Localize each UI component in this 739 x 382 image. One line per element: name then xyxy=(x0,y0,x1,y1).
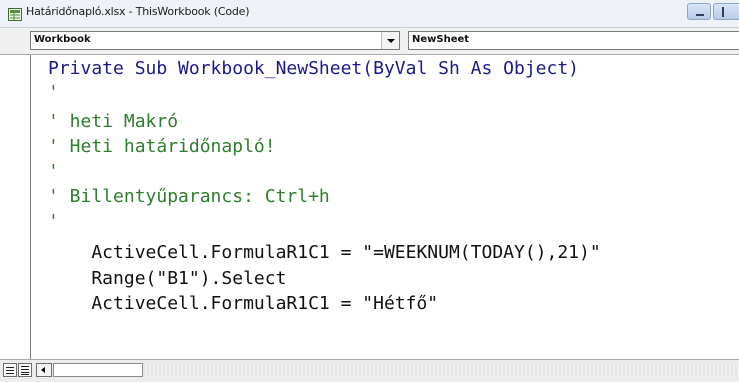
object-dropdown-value: Workbook xyxy=(34,34,91,45)
horizontal-scrollbar-thumb[interactable] xyxy=(53,363,143,377)
full-module-view-button[interactable] xyxy=(18,363,32,377)
window-title: Határidőnapló.xlsx - ThisWorkbook (Code) xyxy=(26,5,250,18)
excel-workbook-icon xyxy=(8,6,22,21)
code-editor[interactable]: Private Sub Workbook_NewSheet(ByVal Sh A… xyxy=(0,55,739,359)
full-module-view-icon xyxy=(21,366,29,367)
code-line[interactable]: Private Sub Workbook_NewSheet(ByVal Sh A… xyxy=(48,58,579,80)
procedure-dropdown[interactable]: NewSheet xyxy=(408,31,739,50)
minimize-icon xyxy=(696,14,704,16)
code-line[interactable]: ' xyxy=(48,211,59,233)
code-line[interactable]: ActiveCell.FormulaR1C1 = "Hétfő" xyxy=(48,293,438,315)
margin-indicator-bar[interactable] xyxy=(0,55,30,359)
procedure-selector-bar: Workbook NewSheet xyxy=(0,28,739,55)
chevron-down-icon[interactable] xyxy=(381,32,399,49)
maximize-icon xyxy=(722,7,724,17)
title-bar[interactable]: Határidőnapló.xlsx - ThisWorkbook (Code) xyxy=(0,0,739,28)
object-dropdown[interactable]: Workbook xyxy=(30,31,400,50)
maximize-button[interactable] xyxy=(713,3,739,20)
code-line[interactable]: ' xyxy=(48,82,59,104)
code-line[interactable]: ' heti Makró xyxy=(48,111,178,133)
horizontal-scrollbar-track[interactable] xyxy=(143,363,739,377)
scroll-left-button[interactable] xyxy=(36,363,52,377)
procedure-dropdown-value: NewSheet xyxy=(412,34,470,45)
procedure-view-icon xyxy=(6,367,14,368)
code-line[interactable]: ' xyxy=(48,161,59,183)
vba-code-window: Határidőnapló.xlsx - ThisWorkbook (Code)… xyxy=(0,0,739,382)
procedure-view-button[interactable] xyxy=(3,363,17,377)
margin-divider xyxy=(30,55,31,359)
code-line[interactable]: ' Billentyűparancs: Ctrl+h xyxy=(48,186,330,208)
code-line[interactable]: Range("B1").Select xyxy=(48,268,286,290)
code-line[interactable]: ActiveCell.FormulaR1C1 = "=WEEKNUM(TODAY… xyxy=(48,242,600,264)
minimize-button[interactable] xyxy=(687,3,711,20)
status-bar xyxy=(0,359,739,382)
code-line[interactable]: ' Heti határidőnapló! xyxy=(48,136,276,158)
